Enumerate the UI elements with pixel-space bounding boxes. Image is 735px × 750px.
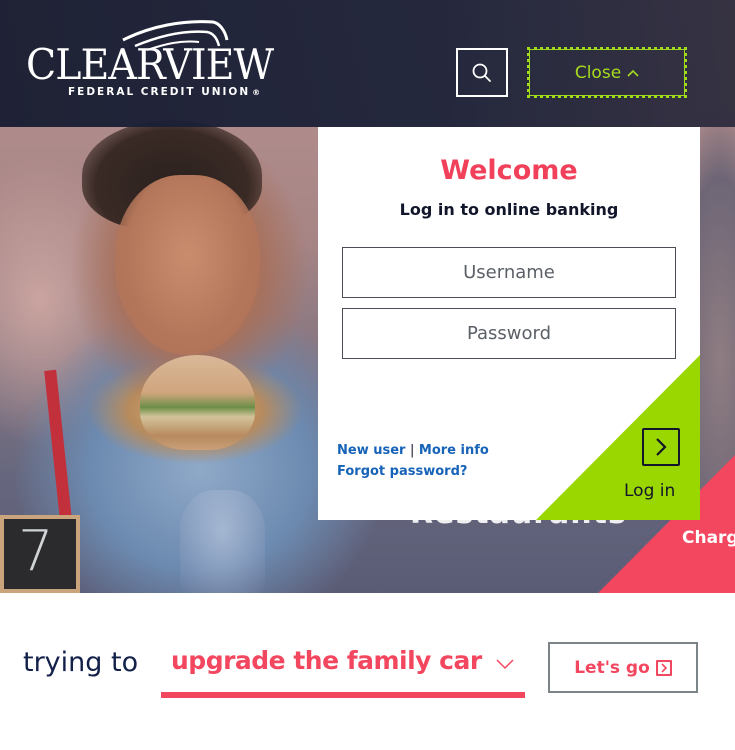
- search-button[interactable]: [456, 48, 508, 97]
- close-login-button[interactable]: Close: [527, 47, 687, 98]
- photo-straw: [44, 369, 72, 521]
- logo-subtitle: FEDERAL CREDIT UNION ®: [68, 86, 260, 98]
- close-label: Close: [574, 62, 622, 83]
- login-submit-label[interactable]: Log in: [624, 481, 675, 501]
- goal-selected-value: upgrade the family car: [171, 646, 482, 675]
- logo-wordmark: CLEARVIEW: [26, 40, 274, 89]
- registered-mark: ®: [252, 88, 261, 97]
- promo-label[interactable]: Charg: [682, 528, 735, 548]
- photo-person-face: [115, 175, 260, 355]
- photo-burger: [140, 355, 255, 450]
- goal-prefix: trying to: [23, 647, 139, 678]
- link-separator: |: [409, 443, 415, 458]
- chevron-right-box-icon: [655, 659, 672, 676]
- table-number: 7: [18, 519, 54, 584]
- chevron-right-icon: [656, 438, 667, 456]
- chevron-up-icon: [627, 69, 639, 77]
- username-input[interactable]: [342, 247, 676, 298]
- logo-subtitle-text: FEDERAL CREDIT UNION: [68, 86, 251, 98]
- login-title: Welcome: [440, 155, 578, 186]
- more-info-link[interactable]: More info: [419, 443, 489, 458]
- site-header: CLEARVIEW FEDERAL CREDIT UNION ® Close: [0, 0, 735, 127]
- new-user-link[interactable]: New user: [337, 443, 405, 458]
- search-icon: [472, 63, 491, 82]
- lets-go-label: Let's go: [574, 657, 650, 678]
- login-subtitle: Log in to online banking: [399, 200, 619, 219]
- forgot-password-link[interactable]: Forgot password?: [337, 464, 467, 479]
- goal-dropdown[interactable]: upgrade the family car: [161, 640, 525, 698]
- lets-go-button[interactable]: Let's go: [548, 642, 698, 693]
- clearview-logo[interactable]: CLEARVIEW FEDERAL CREDIT UNION ®: [26, 18, 288, 100]
- photo-table-number-sign: 7: [0, 515, 80, 593]
- login-panel: Welcome Log in to online banking New use…: [318, 127, 700, 520]
- login-submit-button[interactable]: [642, 428, 680, 466]
- chevron-down-icon: [496, 659, 514, 670]
- photo-bottle: [180, 490, 265, 593]
- password-input[interactable]: [342, 308, 676, 359]
- login-help-links: New user | More info Forgot password?: [337, 440, 489, 482]
